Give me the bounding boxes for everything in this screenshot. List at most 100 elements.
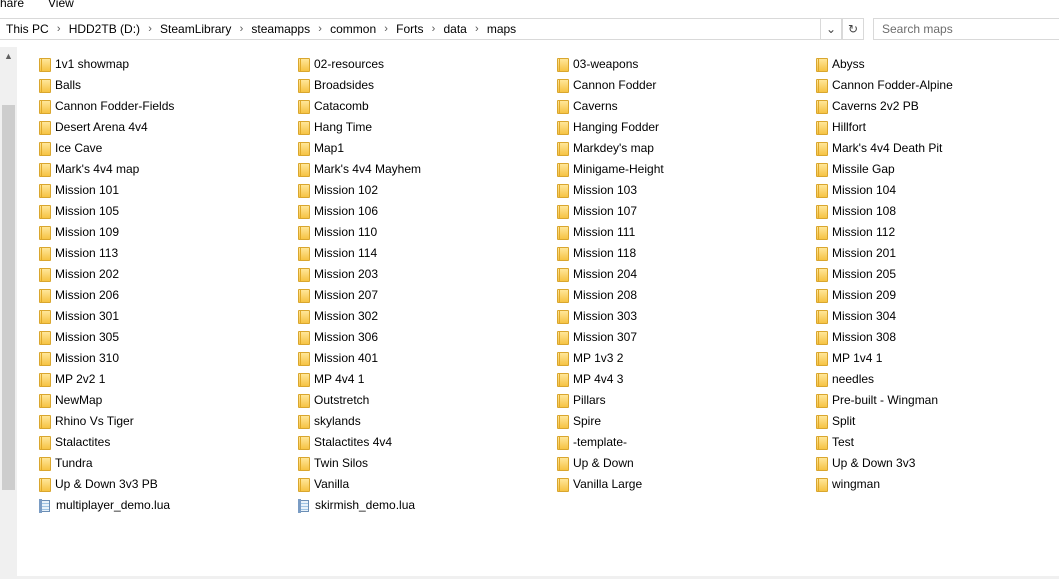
folder-item[interactable]: Mission 204 (557, 264, 637, 285)
folder-item[interactable]: Hillfort (816, 117, 866, 138)
folder-item[interactable]: Mission 201 (816, 243, 896, 264)
folder-item[interactable]: Mission 109 (39, 222, 119, 243)
folder-item[interactable]: Vanilla (298, 474, 349, 495)
chevron-right-icon[interactable]: › (51, 19, 67, 39)
folder-item[interactable]: Mission 401 (298, 348, 378, 369)
folder-item[interactable]: Ice Cave (39, 138, 102, 159)
folder-item[interactable]: Map1 (298, 138, 344, 159)
folder-item[interactable]: needles (816, 369, 874, 390)
folder-item[interactable]: Mission 202 (39, 264, 119, 285)
breadcrumb-item[interactable]: maps (485, 19, 518, 39)
folder-item[interactable]: Test (816, 432, 854, 453)
folder-item[interactable]: Mission 308 (816, 327, 896, 348)
folder-item[interactable]: Twin Silos (298, 453, 368, 474)
folder-item[interactable]: Mission 310 (39, 348, 119, 369)
folder-item[interactable]: wingman (816, 474, 880, 495)
folder-item[interactable]: Mission 307 (557, 327, 637, 348)
scroll-thumb[interactable] (2, 105, 15, 490)
folder-item[interactable]: MP 4v4 3 (557, 369, 623, 390)
folder-item[interactable]: Abyss (816, 54, 865, 75)
folder-item[interactable]: MP 2v2 1 (39, 369, 105, 390)
tab-view[interactable]: View (48, 0, 74, 11)
search-box[interactable] (873, 18, 1059, 40)
breadcrumb-item[interactable]: SteamLibrary (158, 19, 233, 39)
folder-item[interactable]: Up & Down 3v3 (816, 453, 915, 474)
folder-item[interactable]: MP 4v4 1 (298, 369, 364, 390)
folder-item[interactable]: Mark's 4v4 Death Pit (816, 138, 942, 159)
folder-item[interactable]: Mission 302 (298, 306, 378, 327)
folder-item[interactable]: Minigame-Height (557, 159, 664, 180)
folder-item[interactable]: Mission 108 (816, 201, 896, 222)
folder-item[interactable]: Split (816, 411, 855, 432)
folder-item[interactable]: Up & Down (557, 453, 634, 474)
folder-item[interactable]: MP 1v4 1 (816, 348, 882, 369)
folder-item[interactable]: Mission 112 (816, 222, 895, 243)
folder-item[interactable]: Mission 207 (298, 285, 378, 306)
folder-item[interactable]: Pillars (557, 390, 606, 411)
folder-item[interactable]: Mission 208 (557, 285, 637, 306)
folder-item[interactable]: Pre-built - Wingman (816, 390, 938, 411)
folder-item[interactable]: Mission 209 (816, 285, 896, 306)
chevron-right-icon[interactable]: › (469, 19, 485, 39)
breadcrumb-item[interactable]: This PC (0, 19, 51, 39)
folder-item[interactable]: Broadsides (298, 75, 374, 96)
breadcrumb-item[interactable]: data (441, 19, 468, 39)
folder-item[interactable]: Mission 106 (298, 201, 378, 222)
folder-item[interactable]: MP 1v3 2 (557, 348, 623, 369)
folder-item[interactable]: Balls (39, 75, 81, 96)
folder-item[interactable]: Markdey's map (557, 138, 654, 159)
folder-item[interactable]: Vanilla Large (557, 474, 642, 495)
folder-item[interactable]: Spire (557, 411, 601, 432)
folder-item[interactable]: Cannon Fodder-Alpine (816, 75, 953, 96)
folder-item[interactable]: Mission 114 (298, 243, 377, 264)
chevron-right-icon[interactable]: › (378, 19, 394, 39)
folder-item[interactable]: Mission 111 (557, 222, 635, 243)
folder-item[interactable]: Stalactites 4v4 (298, 432, 392, 453)
refresh-button[interactable]: ↻ (842, 18, 864, 40)
folder-item[interactable]: Mission 206 (39, 285, 119, 306)
folder-item[interactable]: Stalactites (39, 432, 110, 453)
folder-item[interactable]: Catacomb (298, 96, 369, 117)
folder-item[interactable]: Cannon Fodder (557, 75, 656, 96)
folder-item[interactable]: Mission 110 (298, 222, 377, 243)
breadcrumb-item[interactable]: HDD2TB (D:) (67, 19, 142, 39)
folder-item[interactable]: Tundra (39, 453, 93, 474)
tab-share[interactable]: Share (0, 0, 24, 11)
folder-item[interactable]: Mission 105 (39, 201, 119, 222)
folder-item[interactable]: Desert Arena 4v4 (39, 117, 148, 138)
folder-item[interactable]: Mission 303 (557, 306, 637, 327)
folder-item[interactable]: Mission 101 (39, 180, 119, 201)
folder-item[interactable]: NewMap (39, 390, 102, 411)
folder-item[interactable]: Mark's 4v4 map (39, 159, 139, 180)
breadcrumb-item[interactable]: Forts (394, 19, 425, 39)
folder-item[interactable]: Mission 305 (39, 327, 119, 348)
folder-item[interactable]: Cannon Fodder-Fields (39, 96, 174, 117)
nav-pane-scrollbar[interactable]: ▲ (0, 47, 17, 579)
folder-item[interactable]: 02-resources (298, 54, 384, 75)
file-item[interactable]: multiplayer_demo.lua (39, 495, 170, 516)
folder-item[interactable]: Mission 113 (39, 243, 118, 264)
chevron-right-icon[interactable]: › (233, 19, 249, 39)
chevron-right-icon[interactable]: › (142, 19, 158, 39)
folder-item[interactable]: 03-weapons (557, 54, 638, 75)
folder-item[interactable]: Outstretch (298, 390, 369, 411)
folder-item[interactable]: Mission 205 (816, 264, 896, 285)
folder-item[interactable]: Mission 118 (557, 243, 636, 264)
folder-item[interactable]: Caverns 2v2 PB (816, 96, 919, 117)
folder-item[interactable]: -template- (557, 432, 627, 453)
folder-item[interactable]: Mission 103 (557, 180, 637, 201)
breadcrumb-item[interactable]: steamapps (249, 19, 312, 39)
folder-item[interactable]: Mission 104 (816, 180, 896, 201)
folder-item[interactable]: Mission 301 (39, 306, 119, 327)
folder-item[interactable]: Hang Time (298, 117, 372, 138)
folder-item[interactable]: skylands (298, 411, 361, 432)
folder-item[interactable]: Missile Gap (816, 159, 895, 180)
folder-item[interactable]: Rhino Vs Tiger (39, 411, 134, 432)
folder-item[interactable]: Mission 306 (298, 327, 378, 348)
folder-item[interactable]: Mark's 4v4 Mayhem (298, 159, 421, 180)
address-bar[interactable]: This PC › HDD2TB (D:) › SteamLibrary › steamap… (0, 18, 840, 40)
folder-item[interactable]: Up & Down 3v3 PB (39, 474, 158, 495)
search-input[interactable] (882, 20, 1052, 38)
chevron-right-icon[interactable]: › (312, 19, 328, 39)
folder-item[interactable]: Mission 102 (298, 180, 378, 201)
